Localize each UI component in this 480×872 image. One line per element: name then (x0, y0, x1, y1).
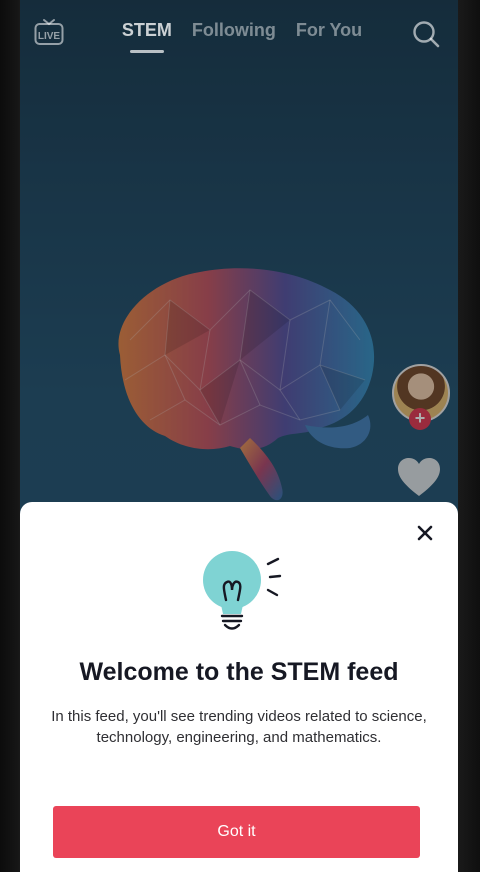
close-icon[interactable] (414, 522, 436, 544)
sheet-description: In this feed, you'll see trending videos… (51, 708, 427, 746)
tab-stem[interactable]: STEM (122, 20, 172, 41)
feed-tabs: STEM Following For You (20, 20, 458, 41)
video-screen[interactable]: + LIVE STEM Following For You Welcome to… (20, 0, 458, 872)
got-it-button[interactable]: Got it (53, 806, 420, 858)
tab-following[interactable]: Following (192, 20, 276, 41)
search-icon[interactable] (412, 20, 440, 48)
lightbulb-icon (203, 551, 282, 630)
sheet-title: Welcome to the STEM feed (79, 658, 399, 686)
top-navigation: LIVE STEM Following For You (20, 0, 458, 68)
welcome-bottom-sheet: Welcome to the STEM feed In this feed, y… (20, 502, 458, 872)
tab-for-you[interactable]: For You (296, 20, 362, 41)
device-frame: + LIVE STEM Following For You Welcome to… (0, 0, 480, 872)
